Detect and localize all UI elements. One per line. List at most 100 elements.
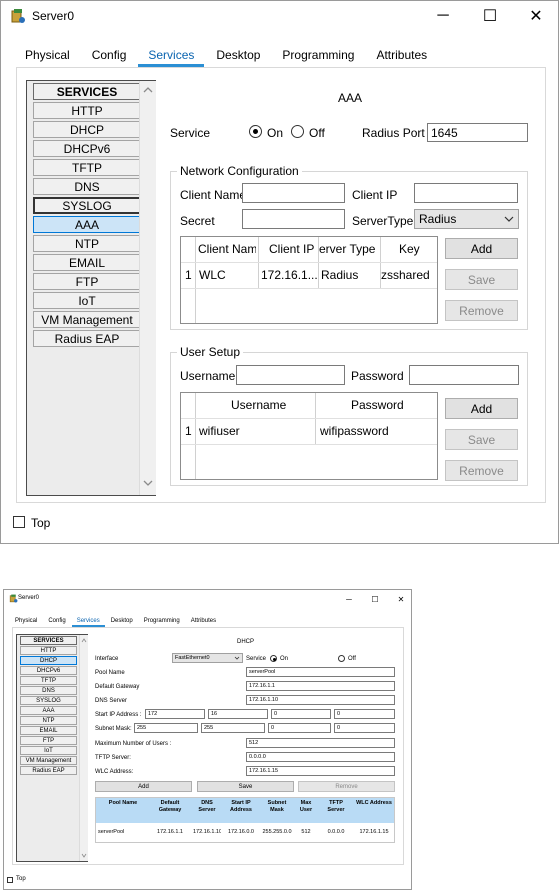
service-dhcp[interactable]: DHCP xyxy=(33,121,141,138)
service-ntp[interactable]: NTP xyxy=(20,716,77,725)
pool-table-cell[interactable]: 255.255.0.0 xyxy=(261,829,293,835)
service-ntp[interactable]: NTP xyxy=(33,235,141,252)
username-input[interactable] xyxy=(236,365,345,385)
service-on-radio[interactable] xyxy=(249,125,262,138)
service-dhcp[interactable]: DHCP xyxy=(20,656,77,665)
service-http[interactable]: HTTP xyxy=(20,646,77,655)
pool-table-cell[interactable]: 172.16.0.0 xyxy=(223,829,259,835)
tab-config[interactable]: Config xyxy=(43,616,70,627)
service-dns[interactable]: DNS xyxy=(33,178,141,195)
remove-pool-button[interactable]: Remove xyxy=(298,781,395,792)
password-input[interactable] xyxy=(409,365,519,385)
service-aaa[interactable]: AAA xyxy=(20,706,77,715)
pool-table-cell[interactable]: 512 xyxy=(295,829,317,835)
tab-services[interactable]: Services xyxy=(71,616,105,627)
interface-select[interactable]: FastEthernet0 xyxy=(172,653,243,663)
service-iot[interactable]: IoT xyxy=(33,292,141,309)
table-cell-key[interactable]: zsshared xyxy=(381,268,436,282)
maximize-icon[interactable]: ☐ xyxy=(362,590,388,608)
subnet-mask-octet-1[interactable]: 255 xyxy=(134,723,198,733)
chevron-down-icon[interactable] xyxy=(81,853,87,858)
table-cell-client-name[interactable]: WLC xyxy=(199,268,257,282)
tab-desktop[interactable]: Desktop xyxy=(206,45,270,67)
save-pool-button[interactable]: Save xyxy=(197,781,294,792)
subnet-mask-octet-4[interactable]: 0 xyxy=(334,723,395,733)
secret-input[interactable] xyxy=(242,209,345,229)
service-syslog[interactable]: SYSLOG xyxy=(33,197,141,214)
minimize-icon[interactable]: ─ xyxy=(336,590,362,608)
minimize-icon[interactable]: ─ xyxy=(420,1,466,31)
radius-port-input[interactable]: 1645 xyxy=(427,123,528,142)
tab-services[interactable]: Services xyxy=(138,45,205,67)
tab-config[interactable]: Config xyxy=(82,45,137,67)
service-on-radio[interactable] xyxy=(270,655,277,662)
max-users-input[interactable]: 512 xyxy=(246,738,395,748)
close-icon[interactable]: ✕ xyxy=(388,590,411,608)
services-scrollbar[interactable] xyxy=(79,635,88,861)
add-pool-button[interactable]: Add xyxy=(95,781,192,792)
add-user-button[interactable]: Add xyxy=(445,398,518,419)
tab-physical[interactable]: Physical xyxy=(10,616,42,627)
subnet-mask-octet-2[interactable]: 255 xyxy=(201,723,265,733)
services-scrollbar[interactable] xyxy=(139,81,156,495)
service-vm-management[interactable]: VM Management xyxy=(33,311,141,328)
pool-table-cell[interactable]: 0.0.0.0 xyxy=(321,829,351,835)
service-http[interactable]: HTTP xyxy=(33,102,141,119)
service-iot[interactable]: IoT xyxy=(20,746,77,755)
service-tftp[interactable]: TFTP xyxy=(20,676,77,685)
service-vm-management[interactable]: VM Management xyxy=(20,756,77,765)
top-checkbox[interactable] xyxy=(7,877,13,883)
service-off-radio[interactable] xyxy=(291,125,304,138)
service-ftp[interactable]: FTP xyxy=(20,736,77,745)
service-radius-eap[interactable]: Radius EAP xyxy=(20,766,77,775)
pool-name-input[interactable]: serverPool xyxy=(246,667,395,677)
wlc-address-input[interactable]: 172.16.1.15 xyxy=(246,766,395,776)
service-dhcpv6[interactable]: DHCPv6 xyxy=(33,140,141,157)
tab-desktop[interactable]: Desktop xyxy=(106,616,138,627)
tab-attributes[interactable]: Attributes xyxy=(366,45,437,67)
table-cell-password[interactable]: wifipassword xyxy=(320,424,389,438)
chevron-up-icon[interactable] xyxy=(143,86,153,94)
tftp-server-input[interactable]: 0.0.0.0 xyxy=(246,752,395,762)
dns-server-input[interactable]: 172.16.1.10 xyxy=(246,695,395,705)
start-ip-octet-1[interactable]: 172 xyxy=(145,709,205,719)
service-syslog[interactable]: SYSLOG xyxy=(20,696,77,705)
table-cell-server-type[interactable]: Radius xyxy=(321,268,379,282)
client-ip-input[interactable] xyxy=(414,183,518,203)
add-client-button[interactable]: Add xyxy=(445,238,518,259)
tab-programming[interactable]: Programming xyxy=(139,616,185,627)
service-email[interactable]: EMAIL xyxy=(33,254,141,271)
tab-physical[interactable]: Physical xyxy=(15,45,80,67)
pool-table-cell[interactable]: 172.16.1.1 xyxy=(150,829,190,835)
pool-table-cell[interactable]: 172.16.1.15 xyxy=(354,829,394,835)
table-cell-client-ip[interactable]: 172.16.1... xyxy=(261,268,317,282)
service-aaa[interactable]: AAA xyxy=(33,216,141,233)
table-cell-username[interactable]: wifiuser xyxy=(199,424,240,438)
subnet-mask-octet-3[interactable]: 0 xyxy=(268,723,331,733)
service-off-radio[interactable] xyxy=(338,655,345,662)
pool-table-cell[interactable]: serverPool xyxy=(98,829,148,835)
remove-user-button[interactable]: Remove xyxy=(445,460,518,481)
maximize-icon[interactable]: ☐ xyxy=(467,1,513,31)
chevron-down-icon[interactable] xyxy=(143,479,153,487)
service-email[interactable]: EMAIL xyxy=(20,726,77,735)
close-icon[interactable]: ✕ xyxy=(513,1,558,31)
pool-table-cell[interactable]: 172.16.1.10 xyxy=(193,829,221,835)
tab-attributes[interactable]: Attributes xyxy=(186,616,221,627)
service-tftp[interactable]: TFTP xyxy=(33,159,141,176)
chevron-up-icon[interactable] xyxy=(81,638,87,643)
save-client-button[interactable]: Save xyxy=(445,269,518,290)
save-user-button[interactable]: Save xyxy=(445,429,518,450)
remove-client-button[interactable]: Remove xyxy=(445,300,518,321)
service-radius-eap[interactable]: Radius EAP xyxy=(33,330,141,347)
server-type-select[interactable]: Radius xyxy=(414,209,519,229)
service-dhcpv6[interactable]: DHCPv6 xyxy=(20,666,77,675)
service-dns[interactable]: DNS xyxy=(20,686,77,695)
top-checkbox[interactable] xyxy=(13,516,25,528)
start-ip-octet-3[interactable]: 0 xyxy=(271,709,331,719)
default-gateway-input[interactable]: 172.16.1.1 xyxy=(246,681,395,691)
client-name-input[interactable] xyxy=(242,183,345,203)
service-ftp[interactable]: FTP xyxy=(33,273,141,290)
start-ip-octet-2[interactable]: 16 xyxy=(208,709,268,719)
start-ip-octet-4[interactable]: 0 xyxy=(334,709,395,719)
